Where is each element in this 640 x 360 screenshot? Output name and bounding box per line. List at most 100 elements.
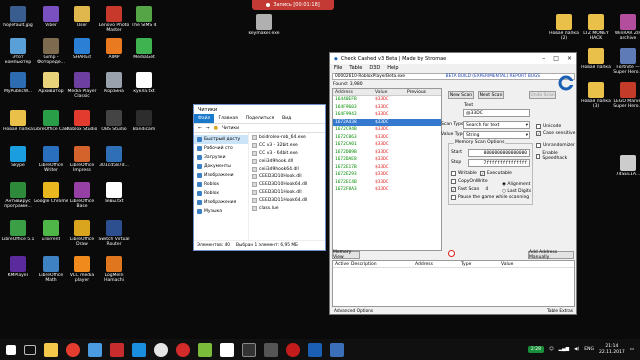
copyonwrite-checkbox[interactable]: CopyOnWrite [451,179,488,184]
last-digits-radio[interactable]: ○ Last Digits [502,189,531,194]
cheat-engine-icon[interactable] [330,342,344,357]
desktop-icon[interactable]: Антивирус программ... [0,182,36,209]
ribbon-tab-share[interactable]: Поделиться [242,116,278,121]
unicode-checkbox[interactable]: Unicode [536,124,561,129]
utorrent-icon[interactable] [198,342,212,357]
nav-item[interactable]: Загрузки [194,153,248,162]
desktop-icon[interactable]: MyPublicW... [0,72,36,94]
desktop-icon[interactable]: 301cd587d... [96,146,132,168]
network-icon[interactable]: ▂▄▆ [559,347,569,352]
address-table[interactable]: Active Description Address Type Value [332,260,575,307]
executable-checkbox[interactable]: ✓ Executable [480,171,512,176]
desktop-icon[interactable]: Этот компьютер [0,38,36,65]
desktop-icon[interactable]: Новая папка [0,110,36,132]
desktop-icon[interactable]: Switch Virtual Router [96,220,132,247]
language-indicator[interactable]: ENG [584,347,594,352]
mail-icon[interactable] [110,342,124,357]
chrome-icon[interactable] [154,342,168,357]
nav-item[interactable]: Roblox [194,180,248,189]
memory-view-button[interactable]: Memory View [332,250,360,260]
desktop-icon[interactable]: LogMeIn Hamachi [96,256,132,283]
menu-help[interactable]: Help [387,65,398,71]
desktop-icon[interactable]: LibreOffice Impress [64,146,100,173]
file-item[interactable]: class.lue [249,204,325,212]
pause-game-checkbox[interactable]: Pause the game while scanning [451,195,529,200]
col-value[interactable]: Value [499,262,539,267]
desktop-icon[interactable]: KMPlayer [0,256,36,278]
scan-type-select[interactable]: Search for text ▾ [463,121,530,129]
obs-icon[interactable] [242,342,256,357]
recording-time-badge[interactable]: 2:28 [527,346,544,353]
result-row[interactable]: 1672C94B $33DC [333,126,441,134]
volume-icon[interactable]: ◀) [574,347,579,352]
nav-item[interactable]: Изображения [194,198,248,207]
scan-value-input[interactable]: @33DC [463,109,530,117]
value-type-select[interactable]: String ▾ [463,131,530,139]
ce-title-bar[interactable]: ◆ Check Cashed v3 Beta | Made by Stromae… [330,53,576,64]
col-type[interactable]: Type [459,262,499,267]
case-sensitive-checkbox[interactable]: ✓ Case sensitive [536,131,575,136]
table-extras-link[interactable]: Table Extras [547,309,573,314]
result-row[interactable]: 1672F8A3 $33DC [333,186,441,194]
desktop-icon[interactable]: Новая папка (2) [546,14,582,41]
desktop-icon[interactable]: LibreOffice Base [64,182,100,209]
advanced-options-link[interactable]: Advanced Options [334,309,373,314]
nav-item[interactable]: Изображени [194,171,248,180]
desktop-icon[interactable]: LibreOffice Draw [64,220,100,247]
desktop-icon[interactable]: keymaker.exe [246,14,282,36]
back-arrow-icon[interactable]: ← [198,126,202,131]
notifications-icon[interactable]: ▭ [630,347,634,352]
desktop-icon[interactable]: WinRAR ZIP archive [610,14,640,41]
maximize-icon[interactable]: □ [553,55,559,62]
speedhack-checkbox[interactable]: Enable Speedhack [536,151,576,161]
result-row[interactable]: 1672EC4B $33DC [333,179,441,187]
desktop-icon[interactable]: SHAREit [64,38,100,60]
alignment-radio[interactable]: ◉ Alignment [502,182,530,187]
roblox-studio-icon[interactable] [308,342,322,357]
menu-table[interactable]: Table [349,65,362,71]
nav-item[interactable]: Быстрый досту [194,135,248,144]
windows-start-icon[interactable] [6,344,16,355]
new-scan-button[interactable]: New Scan [448,91,474,99]
undo-scan-button[interactable]: Undo Scan [529,91,556,99]
file-explorer-icon[interactable] [44,342,58,357]
result-row[interactable]: 1672A438 $33DC [333,118,441,126]
unrandomizer-checkbox[interactable]: Unrandomizer [536,143,575,148]
close-icon[interactable]: × [567,55,572,62]
nav-item[interactable]: Roblox [194,189,248,198]
record-icon[interactable] [286,342,300,357]
file-item[interactable]: CEED3D11Hook64.dll [249,196,325,204]
notepad-icon[interactable] [220,342,234,357]
result-row[interactable]: 1672DB9B $33DC [333,149,441,157]
col-description[interactable]: Description [349,262,413,267]
desktop-icon[interactable]: VLC media player [64,256,100,283]
next-scan-button[interactable]: Next Scan [478,91,504,99]
menu-d3d[interactable]: D3D [369,65,380,71]
explorer-title-bar[interactable]: Читики [194,105,325,114]
add-address-button[interactable]: Add Address Manually [528,250,574,260]
cmd-icon[interactable] [264,342,278,357]
recording-indicator[interactable]: Запись [00:01:18] [252,0,334,10]
stop-address-input[interactable]: 7fffffffffffffff [468,159,530,167]
result-row[interactable]: 1672E17B $33DC [333,164,441,172]
desktop-icon[interactable]: LTZ MONEY HACK [578,14,614,41]
result-row[interactable]: 164F9603 $33DC [333,104,441,112]
desktop-icon[interactable]: Bandicam [126,110,162,132]
file-item[interactable]: CC v3 - 64bit.exe [249,150,325,158]
ribbon-tab-file[interactable]: Файл [194,114,215,123]
col-previous[interactable]: Previous [405,90,441,95]
nav-item[interactable]: Музыка [194,207,248,216]
col-active[interactable]: Active [333,262,349,267]
stop-icon[interactable] [448,250,455,257]
desktop-icon[interactable]: The SIMS 4 [126,6,162,28]
result-row[interactable]: 16440EFB $33DC [333,96,441,104]
fast-scan-checkbox[interactable]: ✓ Fast Scan 4 [451,187,488,192]
desktop-icon[interactable]: 74SEE1A... [610,155,640,177]
desktop-icon[interactable]: Skype [0,146,36,168]
result-row[interactable]: 1672C863 $33DC [333,134,441,142]
minimize-icon[interactable]: – [542,55,545,62]
skype-icon[interactable] [132,342,146,357]
desktop-icon[interactable]: Fortnite — Super Hero... [610,48,640,75]
forward-arrow-icon[interactable]: → [206,126,210,131]
col-address[interactable]: Address [413,262,459,267]
